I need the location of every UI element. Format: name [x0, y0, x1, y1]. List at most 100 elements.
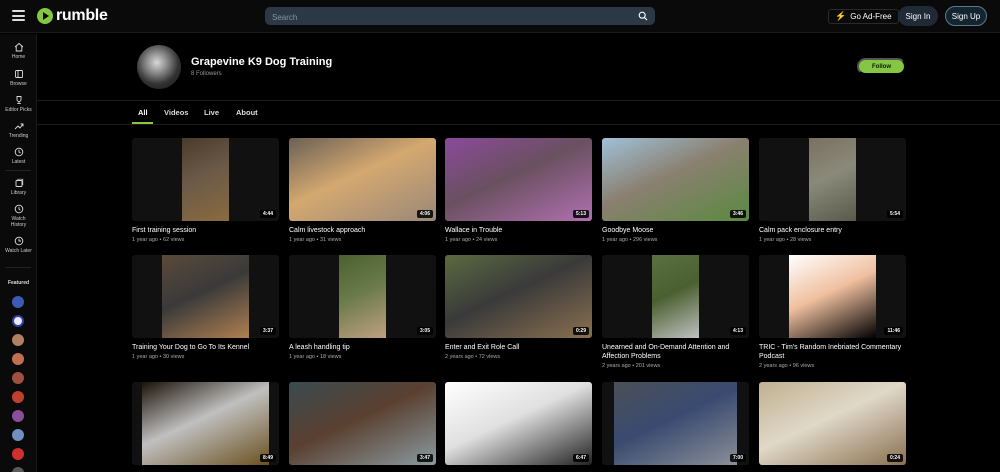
featured-label: Featured — [7, 280, 30, 286]
sign-up-button[interactable]: Sign Up — [945, 6, 987, 26]
tab-all[interactable]: All — [138, 108, 148, 117]
video-card[interactable]: 6:47 — [445, 382, 592, 470]
thumbnail-image — [602, 138, 749, 221]
sidebar-divider — [5, 170, 31, 171]
video-thumbnail[interactable]: 0:29 — [445, 255, 592, 338]
sidebar-item-library[interactable]: Library — [0, 178, 37, 196]
thumbnail-image — [182, 138, 229, 221]
video-card[interactable]: 0:29 Enter and Exit Role Call 2 years ago … — [445, 255, 592, 360]
go-ad-free-button[interactable]: ⚡ Go Ad-Free — [828, 9, 899, 24]
follower-count: 8 Followers — [191, 71, 222, 77]
video-duration: 5:54 — [886, 210, 903, 218]
video-duration: 3:05 — [416, 327, 433, 335]
video-thumbnail[interactable]: 5:54 — [759, 138, 906, 221]
sidebar-item-latest[interactable]: Latest — [0, 147, 37, 165]
sign-in-button[interactable]: Sign In — [898, 6, 938, 26]
featured-channel-avatar[interactable] — [12, 410, 24, 422]
video-card[interactable]: 7:00 — [602, 382, 749, 470]
sidebar-item-label: Editor Picks — [5, 107, 32, 113]
video-card[interactable]: 5:54 Calm pack enclosure entry 1 year ago … — [759, 138, 906, 243]
featured-channel-avatar[interactable] — [12, 353, 24, 365]
thumbnail-image — [339, 255, 386, 338]
thumbnail-image — [289, 138, 436, 221]
video-card[interactable]: 8:49 — [132, 382, 279, 470]
video-card[interactable]: 5:13 Wallace in Trouble 1 year ago • 24 vi… — [445, 138, 592, 243]
thumbnail-image — [445, 382, 592, 465]
video-thumbnail[interactable]: 3:05 — [289, 255, 436, 338]
home-icon — [14, 42, 23, 52]
video-title[interactable]: Training Your Dog to Go To Its Kennel — [132, 343, 279, 352]
video-thumbnail[interactable]: 5:13 — [445, 138, 592, 221]
featured-channel-avatar[interactable] — [12, 315, 24, 327]
search-icon[interactable] — [638, 11, 648, 21]
video-thumbnail[interactable]: 0:24 — [759, 382, 906, 465]
video-meta: 1 year ago • 18 views — [289, 354, 342, 360]
video-card[interactable]: 0:24 — [759, 382, 906, 470]
video-title[interactable]: Goodbye Moose — [602, 226, 749, 235]
video-duration: 4:13 — [729, 327, 746, 335]
video-card[interactable]: 3:46 Goodbye Moose 1 year ago • 296 views — [602, 138, 749, 243]
featured-channel-avatar[interactable] — [12, 467, 24, 472]
video-card[interactable]: 3:47 — [289, 382, 436, 470]
featured-channel-avatar[interactable] — [12, 334, 24, 346]
top-header: rumble ⚡ Go Ad-Free Sign In Sign Up — [0, 0, 1000, 33]
tab-about[interactable]: About — [236, 108, 258, 117]
video-title[interactable]: A leash handling tip — [289, 343, 436, 352]
video-card[interactable]: 4:13 Unearned and On-Demand Attention and… — [602, 255, 749, 369]
featured-channel-avatar[interactable] — [12, 429, 24, 441]
thumbnail-image — [445, 138, 592, 221]
channel-avatar[interactable] — [137, 45, 181, 89]
video-card[interactable]: 3:05 A leash handling tip 1 year ago • 18 … — [289, 255, 436, 360]
rumble-logo[interactable]: rumble — [37, 7, 108, 25]
sidebar-item-label: Trending — [8, 133, 29, 139]
video-thumbnail[interactable]: 4:13 — [602, 255, 749, 338]
video-duration: 3:46 — [729, 210, 746, 218]
menu-icon[interactable] — [12, 10, 25, 21]
tab-live[interactable]: Live — [204, 108, 219, 117]
video-title[interactable]: Unearned and On-Demand Attention and Aff… — [602, 343, 749, 361]
sidebar-item-label: Home — [11, 54, 26, 60]
follow-button[interactable]: Follow — [857, 58, 906, 75]
featured-channel-avatar[interactable] — [12, 372, 24, 384]
trophy-icon — [16, 96, 21, 105]
video-title[interactable]: TRIC - Tim's Random Inebriated Commentar… — [759, 343, 906, 361]
video-thumbnail[interactable]: 3:37 — [132, 255, 279, 338]
featured-channel-avatar[interactable] — [12, 448, 24, 460]
video-card[interactable]: 4:44 First training session 1 year ago • 6… — [132, 138, 279, 243]
video-card[interactable]: 3:37 Training Your Dog to Go To Its Kenne… — [132, 255, 279, 360]
video-thumbnail[interactable]: 3:47 — [289, 382, 436, 465]
video-title[interactable]: First training session — [132, 226, 279, 235]
video-thumbnail[interactable]: 3:46 — [602, 138, 749, 221]
browse-icon — [14, 70, 23, 78]
tab-videos[interactable]: Videos — [164, 108, 188, 117]
video-thumbnail[interactable]: 8:49 — [132, 382, 279, 465]
featured-channel-avatar[interactable] — [12, 296, 24, 308]
sidebar-item-browse[interactable]: Browse — [0, 69, 37, 87]
video-thumbnail[interactable]: 4:44 — [132, 138, 279, 221]
video-title[interactable]: Enter and Exit Role Call — [445, 343, 592, 352]
go-ad-free-label: Go Ad-Free — [850, 12, 892, 21]
sidebar-item-watch-history[interactable]: Watch History — [0, 204, 37, 228]
video-thumbnail[interactable]: 6:47 — [445, 382, 592, 465]
video-title[interactable]: Calm pack enclosure entry — [759, 226, 906, 235]
sidebar-item-watch-later[interactable]: Watch Later — [0, 236, 37, 254]
video-title[interactable]: Calm livestock approach — [289, 226, 436, 235]
video-card[interactable]: 11:46 TRIC - Tim's Random Inebriated Comm… — [759, 255, 906, 369]
video-title[interactable]: Wallace in Trouble — [445, 226, 592, 235]
trending-icon — [14, 123, 23, 130]
video-thumbnail[interactable]: 11:46 — [759, 255, 906, 338]
rumble-logo-icon — [37, 8, 53, 24]
sidebar-item-trending[interactable]: Trending — [0, 121, 37, 139]
video-thumbnail[interactable]: 7:00 — [602, 382, 749, 465]
featured-channel-avatar[interactable] — [12, 391, 24, 403]
video-duration: 7:00 — [729, 454, 746, 462]
thumbnail-image — [759, 382, 906, 465]
sidebar-item-editor-picks[interactable]: Editor Picks — [0, 95, 37, 113]
search-input[interactable] — [265, 8, 655, 27]
history-icon — [14, 204, 23, 214]
watch-later-icon — [14, 236, 23, 246]
sidebar-item-home[interactable]: Home — [0, 42, 37, 60]
video-card[interactable]: 4:06 Calm livestock approach 1 year ago • … — [289, 138, 436, 243]
video-thumbnail[interactable]: 4:06 — [289, 138, 436, 221]
video-duration: 8:49 — [259, 454, 276, 462]
